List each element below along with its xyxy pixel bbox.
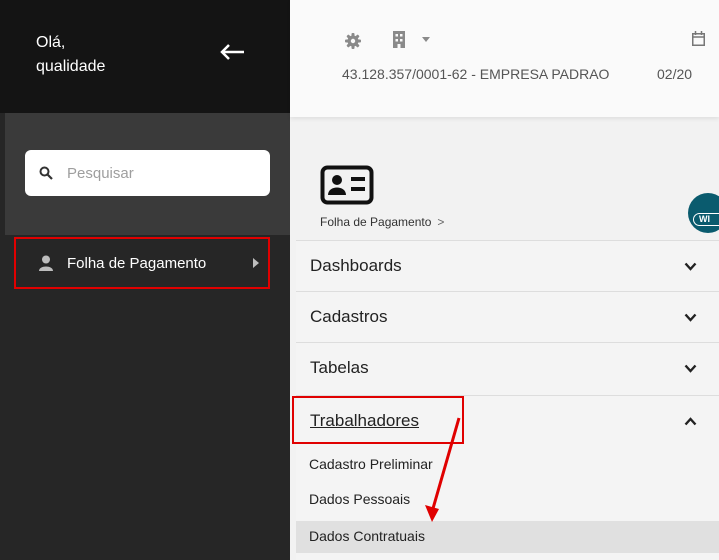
building-icon[interactable]	[392, 31, 406, 48]
collapse-arrow-icon[interactable]	[218, 42, 248, 62]
submenu-item-cadastro-preliminar[interactable]: Cadastro Preliminar	[309, 456, 433, 472]
support-badge-icon[interactable]: WI	[688, 193, 719, 233]
annotation-highlight-box	[292, 396, 464, 444]
search-input[interactable]	[65, 163, 239, 183]
search-icon	[39, 166, 53, 180]
top-header: 43.128.357/0001-62 - EMPRESA PADRAO 02/2…	[290, 0, 719, 117]
breadcrumb: Folha de Pagamento >	[320, 215, 444, 229]
chevron-down-icon	[684, 262, 697, 271]
menu-section-dashboards[interactable]: Dashboards	[296, 240, 719, 291]
greeting-username: qualidade	[36, 58, 106, 75]
person-icon	[39, 255, 53, 271]
support-badge-label: WI	[693, 213, 719, 226]
breadcrumb-separator: >	[437, 215, 445, 229]
chevron-right-icon	[253, 258, 259, 268]
chevron-down-icon	[684, 364, 697, 373]
menu-section-tabelas[interactable]: Tabelas	[296, 342, 719, 393]
submenu-item-dados-contratuais[interactable]: Dados Contratuais	[309, 528, 425, 544]
chevron-up-icon	[684, 416, 697, 425]
competence-date[interactable]: 02/20	[657, 66, 719, 82]
calendar-icon[interactable]	[692, 31, 705, 46]
submenu-item-dados-pessoais[interactable]: Dados Pessoais	[309, 491, 410, 507]
menu-section-label: Dashboards	[310, 256, 402, 275]
gear-icon[interactable]	[345, 33, 361, 49]
chevron-down-icon	[684, 313, 697, 322]
sidebar-item-folha-de-pagamento[interactable]: Folha de Pagamento	[14, 237, 270, 289]
id-card-icon	[320, 165, 374, 205]
company-name[interactable]: 43.128.357/0001-62 - EMPRESA PADRAO	[342, 66, 609, 82]
menu-section-cadastros[interactable]: Cadastros	[296, 291, 719, 342]
sidebar-item-label: Folha de Pagamento	[67, 254, 207, 272]
menu-section-label: Tabelas	[310, 358, 369, 377]
menu-section-label: Cadastros	[310, 307, 388, 326]
greeting-hello: Olá,	[36, 34, 66, 51]
search-field[interactable]	[25, 150, 270, 196]
breadcrumb-item[interactable]: Folha de Pagamento	[320, 215, 431, 229]
caret-down-icon[interactable]	[422, 37, 430, 42]
user-greeting: Olá, qualidade	[36, 31, 105, 79]
